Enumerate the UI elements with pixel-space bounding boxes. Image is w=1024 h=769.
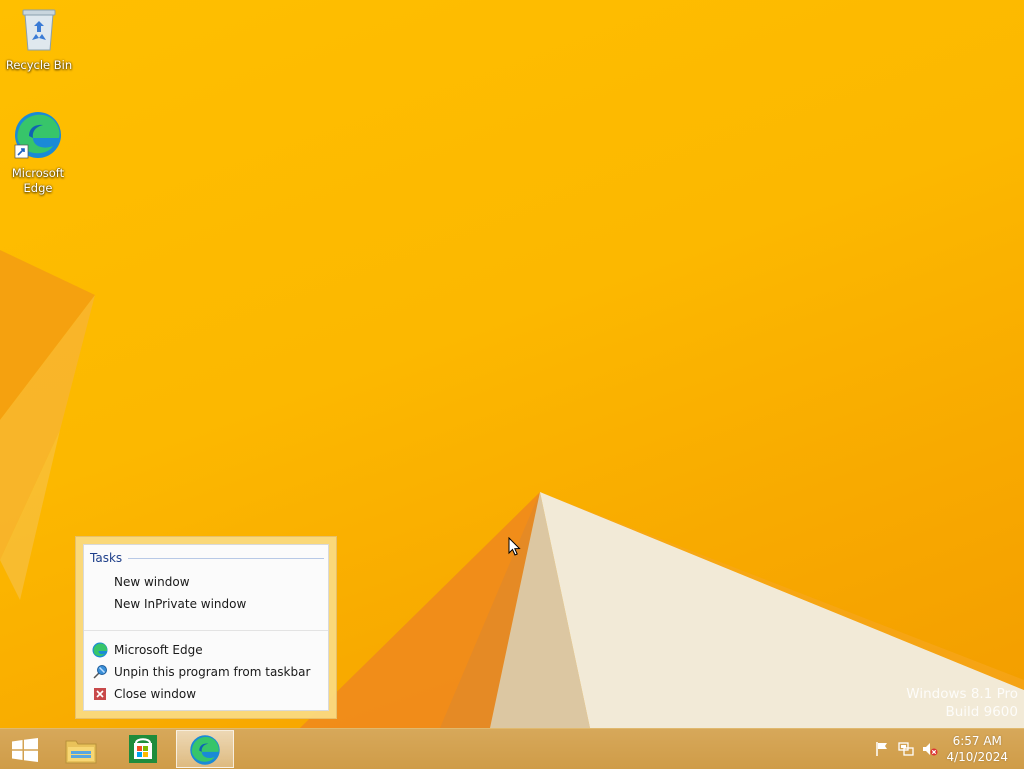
windows-logo-icon [12, 738, 38, 765]
action-center-flag-icon[interactable] [874, 741, 890, 757]
taskbar-file-explorer[interactable] [52, 730, 110, 768]
action-label: Unpin this program from taskbar [114, 665, 311, 679]
close-icon [92, 686, 108, 702]
store-icon [128, 734, 158, 767]
watermark-edition: Windows 8.1 Pro [906, 686, 1018, 702]
action-label: Close window [114, 687, 197, 701]
start-button[interactable] [0, 730, 58, 768]
folder-icon [65, 735, 97, 768]
task-label: New window [114, 575, 190, 589]
desktop-icon-label: Recycle Bin [5, 58, 73, 72]
jump-list-panel: Tasks New window New InPrivate window Mi… [83, 544, 329, 711]
action-unpin[interactable]: Unpin this program from taskbar [88, 661, 324, 683]
desktop-icon-recycle-bin[interactable]: Recycle Bin [1, 6, 77, 73]
desktop-icon-label-line2: Edge [23, 181, 53, 195]
network-icon[interactable] [898, 741, 914, 757]
taskbar: 6:57 AM 4/10/2024 [0, 728, 1024, 769]
unpin-icon [92, 664, 108, 680]
desktop-icon-label-line1: Microsoft [11, 166, 65, 180]
jump-list-section-title: Tasks [90, 551, 123, 565]
task-label: New InPrivate window [114, 597, 247, 611]
clock-time: 6:57 AM [952, 734, 1002, 748]
clock-date: 4/10/2024 [946, 750, 1008, 764]
taskbar-edge[interactable] [176, 730, 234, 768]
action-open-edge[interactable]: Microsoft Edge [88, 639, 324, 661]
taskbar-store[interactable] [114, 730, 172, 768]
jump-list-divider [84, 630, 328, 631]
watermark-build: Build 9600 [945, 704, 1018, 720]
edge-icon [0, 110, 76, 164]
section-divider [128, 558, 324, 559]
action-label: Microsoft Edge [114, 643, 203, 657]
edge-icon [189, 734, 221, 769]
desktop-icon-edge[interactable]: Microsoft Edge [0, 110, 76, 196]
windows-watermark: Windows 8.1 Pro Build 9600 [906, 686, 1018, 720]
jump-list: Tasks New window New InPrivate window Mi… [75, 536, 337, 719]
volume-muted-icon[interactable] [922, 741, 938, 757]
mouse-cursor-icon [508, 536, 522, 560]
action-close-window[interactable]: Close window [88, 683, 324, 705]
task-new-window[interactable]: New window [88, 571, 324, 593]
system-clock[interactable]: 6:57 AM 4/10/2024 [946, 733, 1008, 765]
recycle-bin-icon [1, 6, 77, 56]
edge-icon [92, 642, 108, 658]
task-new-inprivate-window[interactable]: New InPrivate window [88, 593, 324, 615]
